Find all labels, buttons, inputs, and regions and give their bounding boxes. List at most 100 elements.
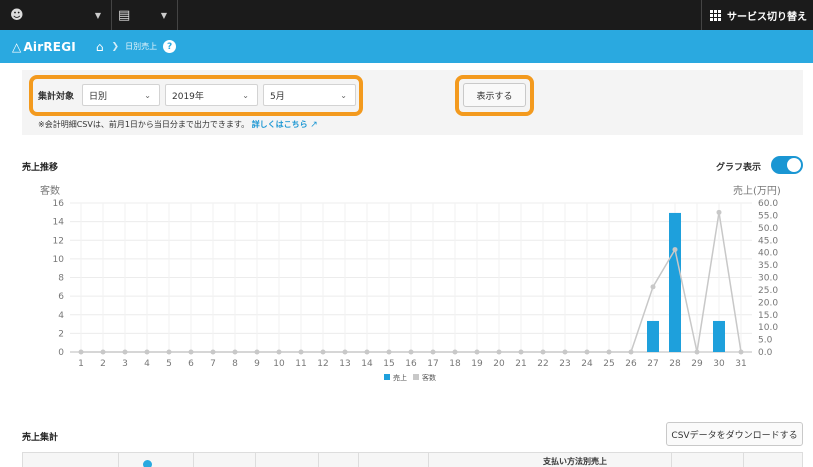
details-link[interactable]: 詳しくはこちら (252, 120, 308, 129)
x-tick-label: 22 (537, 359, 548, 369)
customers-point (716, 209, 722, 215)
logo-text: AirREGI (23, 39, 76, 54)
customers-point (430, 349, 436, 355)
x-tick-label: 5 (166, 359, 172, 369)
breadcrumb-current: 日別売上 (125, 42, 158, 51)
airregi-logo[interactable]: △ AirREGI (12, 40, 76, 54)
customers-point (100, 349, 106, 355)
graph-toggle-label: グラフ表示 (716, 163, 762, 173)
x-tick-label: 25 (603, 359, 614, 369)
customers-point (408, 349, 414, 355)
x-tick-label: 3 (122, 359, 128, 369)
customers-point (386, 349, 392, 355)
sales-summary-title: 売上集計 (22, 433, 59, 443)
csv-download-button[interactable]: CSVデータをダウンロードする (666, 422, 803, 446)
customers-point (298, 349, 304, 355)
x-tick-label: 31 (735, 359, 746, 369)
right-tick-label: 55.0 (758, 211, 778, 221)
x-tick-label: 16 (405, 359, 417, 369)
left-tick-label: 12 (53, 236, 64, 246)
customers-point (738, 349, 744, 355)
right-tick-label: 30.0 (758, 274, 778, 284)
customers-point (650, 284, 656, 290)
customers-point (342, 349, 348, 355)
x-tick-label: 29 (691, 359, 703, 369)
left-tick-label: 16 (53, 199, 65, 209)
customers-point (122, 349, 128, 355)
sales-bar (647, 320, 659, 352)
legend-swatch-sales (384, 374, 390, 380)
customers-point (144, 349, 150, 355)
toggle-knob (787, 158, 801, 172)
left-tick-label: 14 (53, 218, 65, 228)
right-tick-label: 35.0 (758, 261, 778, 271)
chevron-right-icon: ❯ (111, 41, 120, 52)
store-selector[interactable]: ▤ ▼ (112, 0, 178, 30)
chevron-down-icon: ▼ (94, 10, 101, 20)
customers-point (452, 349, 458, 355)
right-tick-label: 10.0 (758, 323, 778, 333)
left-tick-label: 6 (58, 292, 64, 302)
external-link-icon[interactable]: ↗ (310, 120, 318, 130)
graph-toggle[interactable] (771, 156, 803, 174)
customers-point (254, 349, 260, 355)
right-tick-label: 0.0 (758, 348, 773, 358)
customers-point (232, 349, 238, 355)
x-tick-label: 19 (471, 359, 483, 369)
x-tick-label: 10 (273, 359, 285, 369)
customers-point (584, 349, 590, 355)
x-tick-label: 9 (254, 359, 260, 369)
left-tick-label: 2 (58, 329, 64, 339)
right-tick-label: 25.0 (758, 286, 778, 296)
sales-bar (713, 320, 725, 352)
service-switch-button[interactable]: サービス切り替え (701, 0, 807, 30)
apps-grid-icon (710, 9, 721, 21)
customers-point (320, 349, 326, 355)
x-tick-label: 4 (144, 359, 150, 369)
customers-point (364, 349, 370, 355)
top-bar: ☻ ▼ ▤ ▼ サービス切り替え (0, 0, 813, 30)
x-tick-label: 24 (581, 359, 593, 369)
right-tick-label: 15.0 (758, 311, 778, 321)
highlight-frame-show-button (455, 75, 534, 116)
x-tick-label: 2 (100, 359, 106, 369)
x-tick-label: 30 (713, 359, 725, 369)
customers-point (188, 349, 194, 355)
x-tick-label: 21 (515, 359, 526, 369)
store-icon: ▤ (118, 7, 131, 23)
customers-point (496, 349, 502, 355)
help-icon[interactable] (143, 460, 152, 467)
customers-point (540, 349, 546, 355)
legend-swatch-customers (413, 374, 419, 380)
customers-point (694, 349, 700, 355)
x-tick-label: 6 (188, 359, 194, 369)
customers-point (474, 349, 480, 355)
chevron-down-icon: ▼ (160, 10, 167, 20)
x-tick-label: 17 (427, 359, 438, 369)
table-header-help (141, 460, 152, 467)
sales-bar (669, 212, 681, 352)
logo-triangle-icon: △ (12, 39, 22, 54)
x-tick-label: 7 (210, 359, 216, 369)
csv-note-text: ※会計明細CSVは、前月1日から当日分まで出力できます。 (38, 120, 250, 129)
sales-trend-title: 売上推移 (22, 163, 59, 173)
service-switch-label: サービス切り替え (727, 11, 807, 23)
sales-trend-chart: 02468101214160.05.010.015.020.025.030.03… (53, 199, 779, 382)
customers-point (628, 349, 634, 355)
csv-note: ※会計明細CSVは、前月1日から当日分まで出力できます。 詳しくはこちら ↗ (38, 119, 318, 130)
customers-point (672, 247, 678, 253)
legend-label-sales: 売上 (393, 373, 407, 382)
x-tick-label: 8 (232, 359, 238, 369)
home-icon[interactable]: ⌂ (96, 40, 104, 54)
left-tick-label: 4 (58, 311, 64, 321)
app-header: △ AirREGI ⌂ ❯ 日別売上 ? (0, 30, 813, 63)
legend-label-customers: 客数 (422, 373, 436, 382)
x-tick-label: 26 (625, 359, 637, 369)
customers-point (606, 349, 612, 355)
user-selector[interactable]: ☻ ▼ (4, 0, 112, 30)
help-icon[interactable]: ? (163, 40, 177, 53)
right-tick-label: 60.0 (758, 199, 778, 209)
x-tick-label: 14 (361, 359, 373, 369)
right-tick-label: 40.0 (758, 249, 778, 259)
right-tick-label: 5.0 (758, 336, 773, 346)
